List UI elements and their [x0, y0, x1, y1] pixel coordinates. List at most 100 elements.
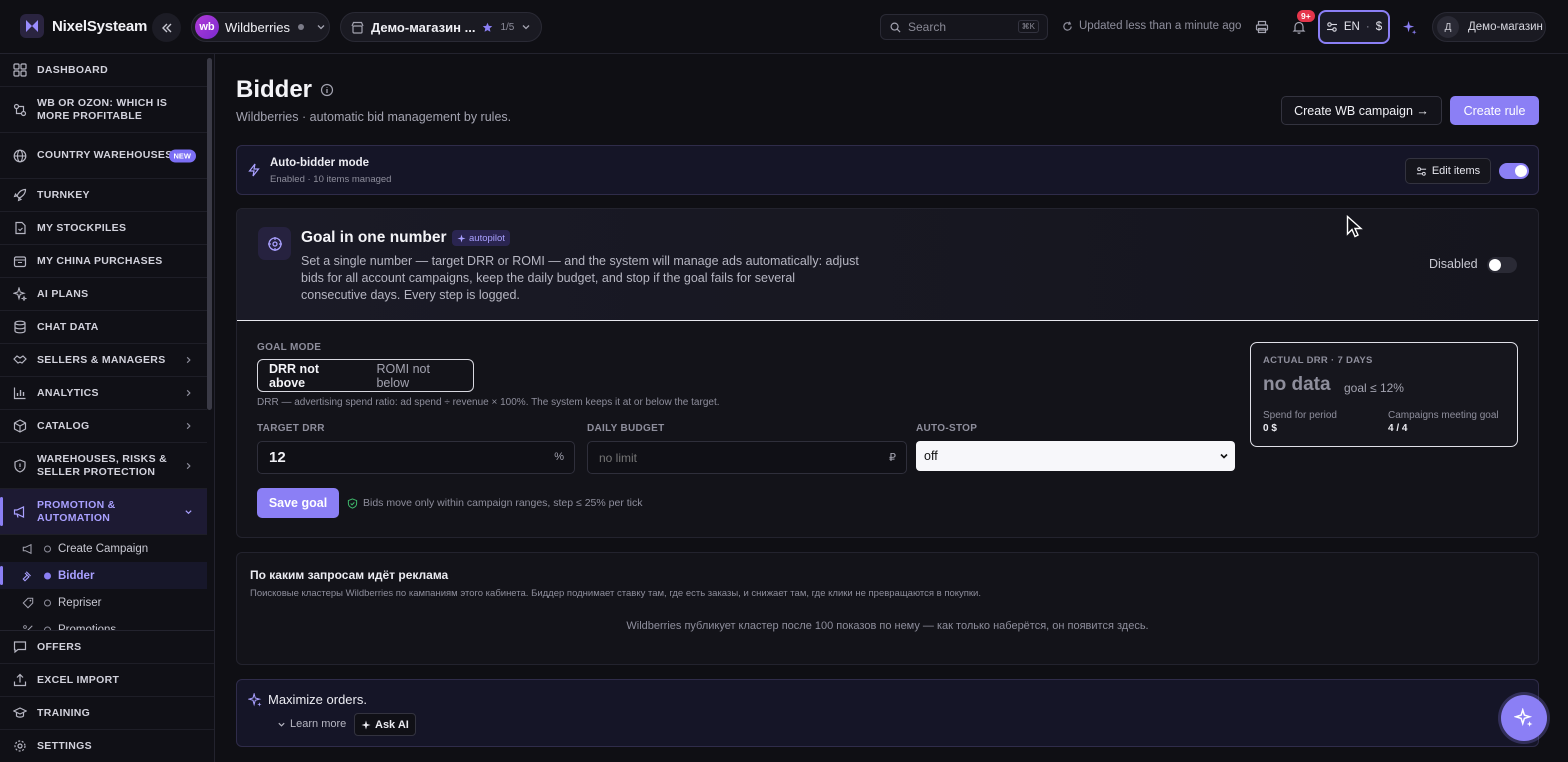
daily-budget-input[interactable] [588, 442, 906, 473]
autopilot-badge: autopilot [452, 230, 510, 246]
ai-hint-title: Maximize orders. [268, 692, 367, 707]
search-box[interactable]: ⌘K [880, 14, 1048, 40]
upload-icon [13, 673, 27, 687]
print-button[interactable] [1249, 14, 1275, 40]
top-bar: NixelSysteam wb Wildberries Демо-магазин… [0, 0, 1568, 54]
goal-toggle[interactable] [1487, 257, 1517, 273]
user-menu[interactable]: Д Демо-магазин [1432, 12, 1546, 42]
sidebar-subitem-label: Create Campaign [58, 542, 149, 555]
bell-icon [1292, 21, 1306, 34]
sidebar-item-wb-or-ozon[interactable]: WB or Ozon: which is more profitable [0, 87, 207, 133]
sidebar-item-label: Catalog [37, 419, 90, 432]
search-input[interactable] [908, 20, 1008, 34]
status-dot [44, 545, 51, 552]
sparkle-icon [248, 693, 262, 707]
save-hint: Bids move only within campaign ranges, s… [347, 497, 642, 509]
chevron-down-icon [278, 722, 285, 727]
sidebar-item-sellers-managers[interactable]: Sellers & managers [0, 344, 207, 377]
sidebar-item-training[interactable]: Training [0, 697, 214, 730]
currency-label: $ [1375, 21, 1383, 33]
active-indicator [0, 566, 3, 585]
megaphone-icon [22, 543, 32, 554]
daily-budget-label: DAILY BUDGET [587, 423, 665, 434]
sparkle-icon [457, 233, 466, 243]
goal-header: Goal in one number autopilot Set a singl… [237, 209, 1538, 321]
create-rule-button[interactable]: Create rule [1450, 96, 1539, 125]
sidebar-item-label: Chat data [37, 320, 99, 333]
shield-icon [14, 458, 26, 473]
sidebar-item-analytics[interactable]: Analytics [0, 377, 207, 410]
ask-ai-button[interactable]: Ask AI [354, 713, 416, 736]
marketplace-select[interactable]: wb Wildberries [191, 12, 330, 42]
status-dot [44, 572, 51, 579]
refresh-icon [1063, 20, 1072, 31]
save-goal-button[interactable]: Save goal [257, 488, 339, 518]
campaigns-label: Campaigns meeting goal [1388, 410, 1499, 421]
app-name: NixelSysteam [52, 17, 148, 35]
sidebar-item-country-warehouses[interactable]: Country warehouses NEW [0, 133, 207, 179]
store-select[interactable]: Демо-магазин ... 1/5 [340, 12, 542, 42]
price-tag-icon [22, 597, 34, 608]
sidebar-item-ai-plans[interactable]: AI plans [0, 278, 207, 311]
globe-icon [13, 149, 27, 162]
double-chevron-left-icon [161, 23, 171, 32]
auto-bidder-toggle[interactable] [1499, 163, 1529, 179]
edit-items-label: Edit items [1431, 165, 1481, 177]
sidebar-item-dashboard[interactable]: Dashboard [0, 54, 207, 87]
target-drr-input[interactable] [258, 442, 574, 473]
sidebar-item-warehouses-risks[interactable]: Warehouses, risks & seller protection [0, 443, 207, 489]
logo-icon [20, 14, 44, 38]
sidebar-subitem-repriser[interactable]: Repriser [0, 589, 207, 616]
auto-stop-label: AUTO-STOP [916, 423, 978, 434]
auto-stop-select[interactable]: off [916, 441, 1235, 471]
edit-items-button[interactable]: Edit items [1405, 158, 1491, 184]
sidebar-item-turnkey[interactable]: Turnkey [0, 179, 207, 212]
compare-icon [13, 103, 27, 116]
sparkle-icon [1402, 20, 1417, 35]
learn-more-link[interactable]: Learn more [277, 718, 346, 730]
create-wb-campaign-button[interactable]: Create WB campaign → [1281, 96, 1442, 125]
ai-chat-fab[interactable] [1501, 695, 1547, 741]
app-logo[interactable]: NixelSysteam [20, 14, 147, 38]
language-currency-button[interactable]: EN · $ [1318, 10, 1390, 44]
chevron-right-icon [186, 462, 191, 469]
queries-empty-state: Wildberries публикует кластер после 100 … [626, 620, 1149, 632]
sidebar-item-label: Training [37, 706, 91, 719]
goal-card: Goal in one number autopilot Set a singl… [236, 208, 1539, 538]
sidebar-item-promotion-automation[interactable]: Promotion & automation [0, 489, 207, 535]
sidebar-item-excel-import[interactable]: Excel import [0, 664, 214, 697]
sidebar-scrollbar[interactable] [207, 58, 212, 410]
daily-budget-field[interactable]: ₽ [587, 441, 907, 474]
actual-drr-label: ACTUAL DRR · 7 DAYS [1263, 355, 1373, 366]
user-name: Демо-магазин [1468, 21, 1543, 33]
sidebar-subitem-bidder[interactable]: Bidder [0, 562, 207, 589]
sidebar-item-offers[interactable]: Offers [0, 631, 214, 664]
sidebar-item-settings[interactable]: Settings [0, 730, 214, 762]
settings-sliders-icon [1326, 22, 1337, 32]
sidebar-item-my-stockpiles[interactable]: My stockpiles [0, 212, 207, 245]
page-subtitle: Wildberries · automatic bid management b… [236, 110, 512, 124]
search-shortcut: ⌘K [1017, 20, 1039, 33]
goal-mode-drr[interactable]: DRR not above [258, 360, 365, 391]
chart-icon [13, 387, 26, 400]
sparkle-icon [1514, 708, 1533, 727]
goal-mode-switch: DRR not above ROMI not below [257, 359, 474, 392]
sidebar-item-my-china-purchases[interactable]: My China purchases [0, 245, 207, 278]
sidebar-item-chat-data[interactable]: Chat data [0, 311, 207, 344]
sparkle-icon [13, 287, 27, 301]
actual-drr-card: ACTUAL DRR · 7 DAYS no data goal ≤ 12% S… [1250, 342, 1518, 447]
target-drr-label: TARGET DRR [257, 423, 325, 434]
star-icon [483, 22, 493, 32]
ai-assistant-button[interactable] [1396, 14, 1422, 40]
new-badge: NEW [168, 149, 196, 162]
sidebar-item-label: Settings [37, 739, 92, 752]
sidebar-subitem-create-campaign[interactable]: Create Campaign [0, 535, 207, 562]
handshake-icon [13, 355, 27, 364]
sidebar-item-catalog[interactable]: Catalog [0, 410, 207, 443]
sidebar-subitem-label: Bidder [58, 569, 95, 582]
spend-label: Spend for period [1263, 410, 1337, 421]
target-drr-field[interactable]: % [257, 441, 575, 474]
marketplace-label: Wildberries [225, 19, 291, 35]
goal-mode-romi[interactable]: ROMI not below [365, 360, 473, 391]
collapse-sidebar-button[interactable] [152, 13, 181, 42]
